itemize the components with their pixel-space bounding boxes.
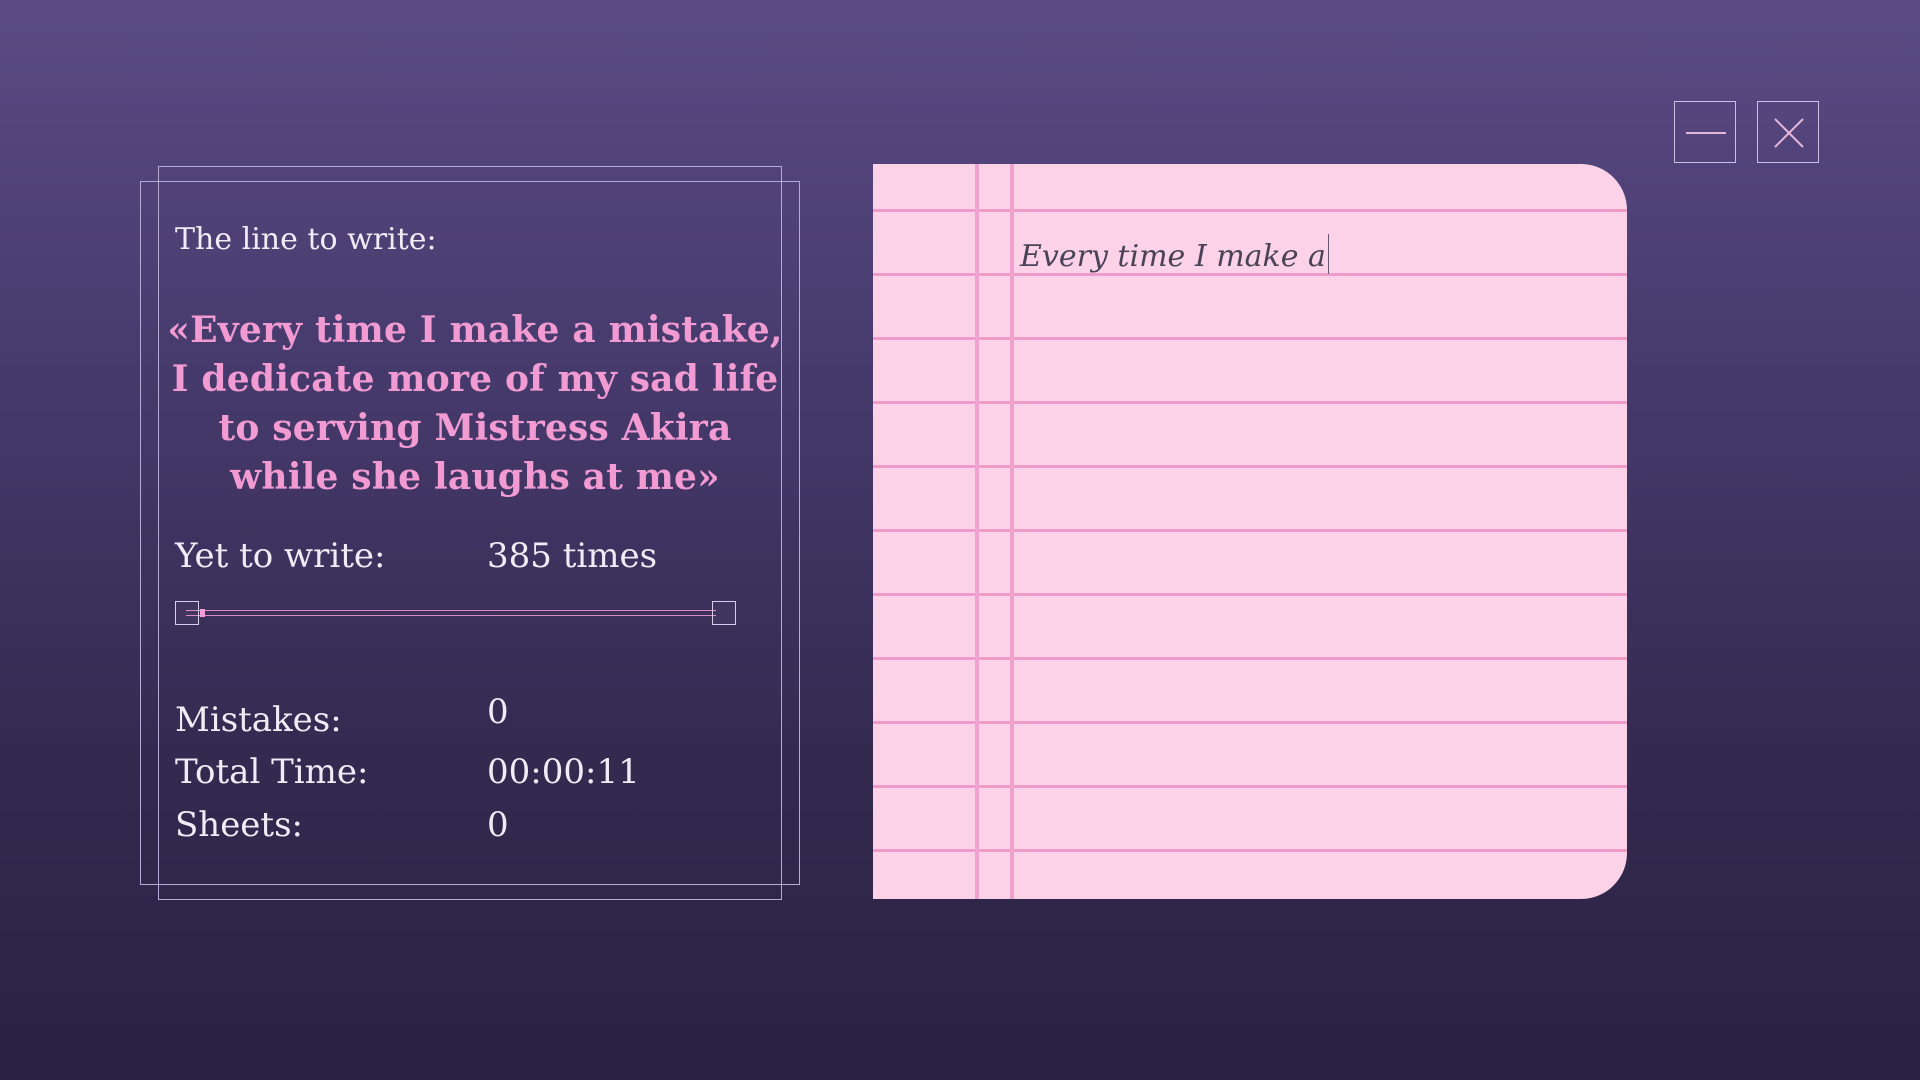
paper-margin-line <box>1010 164 1014 899</box>
typing-input[interactable]: Every time I make a <box>1020 234 1329 274</box>
text-caret <box>1327 234 1329 274</box>
progress-track <box>186 610 716 616</box>
minimize-icon <box>1686 132 1726 134</box>
mistakes-label: Mistakes: <box>175 700 342 740</box>
yet-to-write-value: 385 times <box>487 536 658 576</box>
paper-margin-line <box>975 164 979 899</box>
total-time-label: Total Time: <box>175 752 369 792</box>
line-to-write-text: «Every time I make a mistake, I dedicate… <box>167 309 783 498</box>
line-to-write-label: The line to write: <box>175 222 437 257</box>
close-button[interactable] <box>1757 101 1819 163</box>
writing-paper[interactable]: Every time I make a <box>873 164 1627 899</box>
sheets-value: 0 <box>487 805 509 845</box>
close-icon <box>1774 118 1804 148</box>
yet-to-write-label: Yet to write: <box>175 536 386 576</box>
progress-end-handle[interactable] <box>712 601 736 625</box>
typed-text: Every time I make a <box>1020 239 1326 274</box>
total-time-value: 00:00:11 <box>487 752 640 792</box>
progress-start-handle[interactable] <box>175 601 199 625</box>
mistakes-value: 0 <box>487 692 509 732</box>
sheets-label: Sheets: <box>175 805 303 845</box>
progress-fill <box>200 609 205 617</box>
minimize-button[interactable] <box>1674 101 1736 163</box>
